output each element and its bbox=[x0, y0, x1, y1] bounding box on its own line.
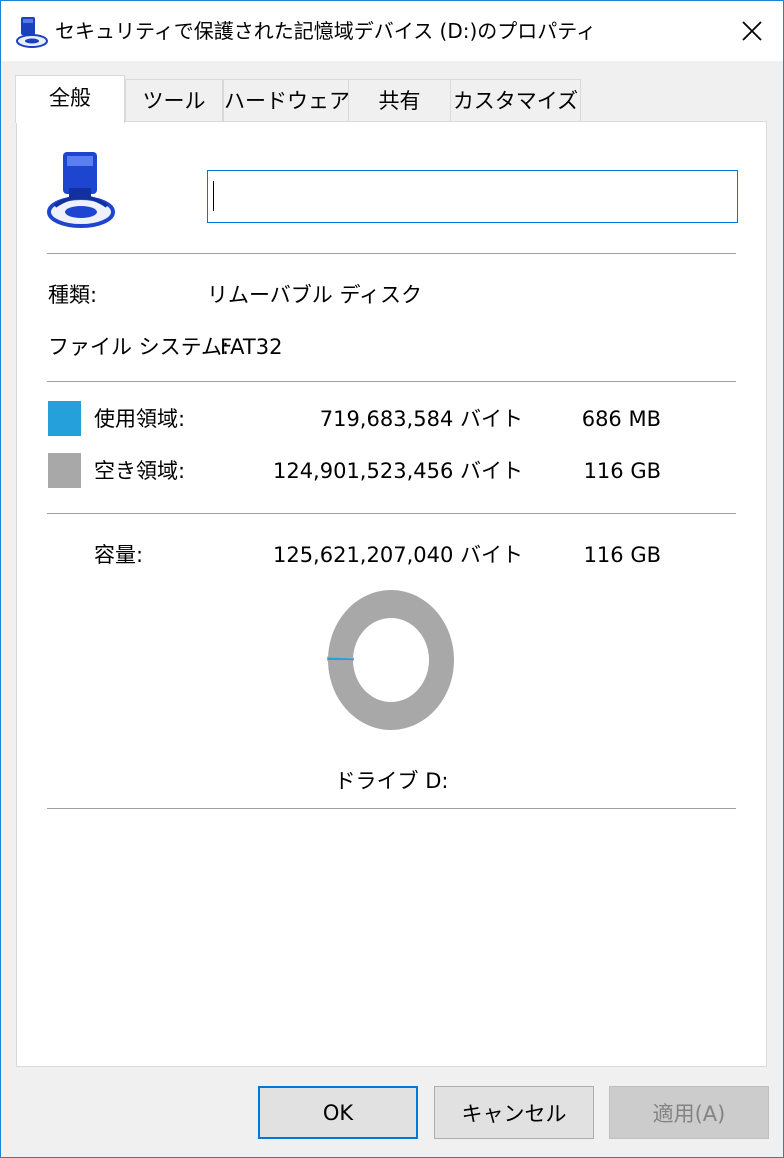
usage-donut-chart bbox=[327, 590, 454, 730]
tab-sharing[interactable]: 共有 bbox=[348, 79, 451, 121]
donut-slice-1 bbox=[328, 590, 454, 730]
free-space-swatch bbox=[48, 453, 81, 488]
usb-drive-icon bbox=[16, 17, 48, 48]
drive-label: ドライブ D: bbox=[334, 769, 449, 793]
title-bar[interactable]: セキュリティで保護された記憶域デバイス (D:)のプロパティ bbox=[1, 1, 783, 61]
type-label: 種類: bbox=[48, 283, 98, 307]
tab-customize[interactable]: カスタマイズ bbox=[450, 79, 581, 121]
capacity-bytes: 125,621,207,040 バイト bbox=[272, 543, 523, 567]
capacity-label: 容量: bbox=[94, 543, 144, 567]
usb-drive-icon bbox=[47, 152, 115, 228]
separator bbox=[47, 253, 736, 254]
tab-tools[interactable]: ツール bbox=[125, 79, 223, 121]
text-caret bbox=[213, 181, 214, 211]
free-space-size: 116 GB bbox=[583, 459, 661, 483]
tab-hardware[interactable]: ハードウェア bbox=[223, 79, 350, 121]
ok-button[interactable]: OK bbox=[258, 1086, 418, 1139]
cancel-button[interactable]: キャンセル bbox=[434, 1086, 594, 1139]
capacity-size: 116 GB bbox=[583, 543, 661, 567]
used-space-label: 使用領域: bbox=[94, 407, 186, 431]
properties-dialog: セキュリティで保護された記憶域デバイス (D:)のプロパティ 全般 ツール ハー… bbox=[0, 0, 784, 1158]
window-title: セキュリティで保護された記憶域デバイス (D:)のプロパティ bbox=[55, 19, 597, 43]
general-panel: 種類: リムーバブル ディスク ファイル システム: FAT32 使用領域: 7… bbox=[16, 121, 767, 1067]
separator bbox=[47, 381, 736, 382]
close-icon bbox=[742, 21, 762, 41]
free-space-bytes: 124,901,523,456 バイト bbox=[272, 459, 523, 483]
file-system-label: ファイル システム: bbox=[48, 335, 230, 359]
apply-button[interactable]: 適用(A) bbox=[609, 1086, 769, 1139]
used-space-bytes: 719,683,584 バイト bbox=[319, 407, 523, 431]
type-value: リムーバブル ディスク bbox=[207, 283, 422, 307]
used-space-swatch bbox=[48, 401, 81, 436]
used-space-size: 686 MB bbox=[581, 407, 661, 431]
drive-name-input[interactable] bbox=[207, 170, 738, 223]
separator bbox=[47, 808, 736, 809]
tab-general[interactable]: 全般 bbox=[15, 75, 125, 123]
close-button[interactable] bbox=[721, 1, 783, 61]
file-system-value: FAT32 bbox=[220, 335, 283, 359]
separator bbox=[47, 513, 736, 514]
free-space-label: 空き領域: bbox=[94, 459, 186, 483]
